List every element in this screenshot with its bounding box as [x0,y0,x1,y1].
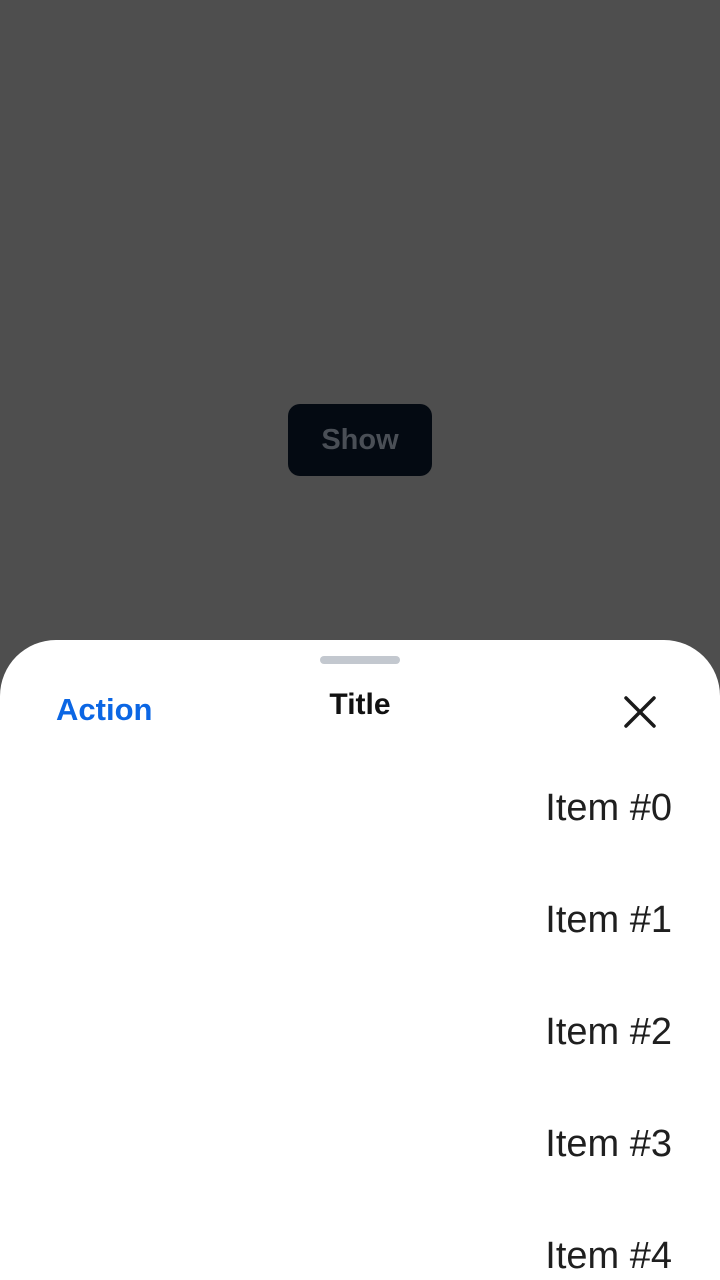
close-icon [624,696,656,728]
close-button[interactable] [616,688,664,736]
list-item[interactable]: Item #3 [0,1088,720,1200]
bottom-sheet: Action Title Item #0 Item #1 Item #2 Ite… [0,640,720,1280]
show-button: Show [288,404,432,476]
item-list: Item #0 Item #1 Item #2 Item #3 Item #4 [0,752,720,1280]
list-item[interactable]: Item #1 [0,864,720,976]
list-item[interactable]: Item #2 [0,976,720,1088]
list-item[interactable]: Item #4 [0,1200,720,1280]
drag-handle[interactable] [320,656,400,664]
screen: Show Action Title Item #0 Item #1 Item #… [0,0,720,1280]
list-item[interactable]: Item #0 [0,752,720,864]
sheet-title: Title [329,688,391,721]
